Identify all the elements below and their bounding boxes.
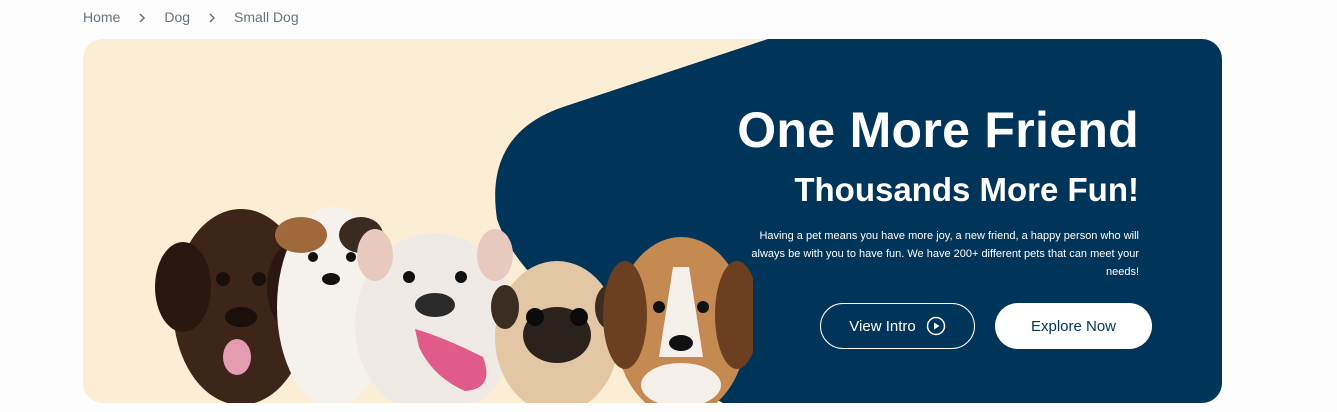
- hero-headline: One More Friend: [737, 102, 1139, 158]
- hero-banner: One More Friend Thousands More Fun! Havi…: [83, 39, 1222, 403]
- hero-subheadline: Thousands More Fun!: [794, 171, 1139, 208]
- chevron-right-icon: [190, 9, 234, 25]
- hero-description: Having a pet means you have more joy, a …: [751, 230, 1139, 278]
- breadcrumb: Home Dog Small Dog: [83, 9, 299, 25]
- breadcrumb-small-dog[interactable]: Small Dog: [234, 9, 299, 25]
- puppy-pug: [491, 261, 623, 403]
- view-intro-button[interactable]: View Intro: [820, 303, 975, 349]
- puppy-bulldog: [355, 229, 515, 403]
- chevron-right-icon: [120, 9, 164, 25]
- puppy-beagle: [603, 237, 753, 403]
- explore-now-button[interactable]: Explore Now: [995, 303, 1152, 349]
- breadcrumb-dog[interactable]: Dog: [164, 9, 190, 25]
- breadcrumb-home[interactable]: Home: [83, 9, 120, 25]
- group-of-puppies-image: [155, 207, 753, 403]
- view-intro-label: View Intro: [849, 317, 916, 335]
- explore-now-label: Explore Now: [1030, 317, 1117, 335]
- play-circle-icon: [926, 316, 946, 336]
